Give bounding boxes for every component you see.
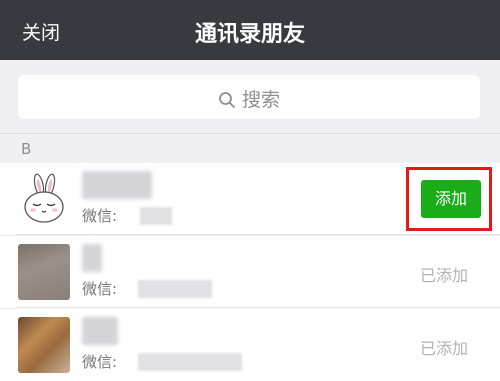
wechat-id-label: 微信:	[82, 207, 118, 225]
blurred-name	[82, 317, 118, 345]
avatar	[18, 171, 70, 227]
add-button[interactable]: 添加	[421, 180, 481, 218]
contact-row[interactable]: 微信: 已添加	[0, 236, 500, 308]
contact-row[interactable]: 微信: 已添加	[0, 309, 500, 381]
added-status: 已添加	[420, 266, 469, 285]
avatar	[18, 317, 70, 373]
section-letter: B	[21, 140, 32, 158]
blurred-wechat-id	[140, 207, 172, 225]
page-title: 通讯录朋友	[194, 22, 305, 47]
divider	[16, 307, 500, 308]
navbar: 关闭 通讯录朋友	[0, 0, 500, 60]
avatar	[18, 244, 70, 300]
blurred-wechat-id	[138, 353, 242, 371]
search-placeholder-text: 搜索	[241, 89, 280, 111]
search-placeholder: 搜索	[18, 85, 480, 112]
wechat-id-label: 微信:	[82, 353, 118, 371]
search-icon	[219, 92, 235, 108]
divider	[16, 234, 500, 235]
search-bar: 搜索	[0, 60, 500, 132]
wechat-id-label: 微信:	[82, 280, 118, 298]
section-header: B	[0, 133, 500, 163]
added-status: 已添加	[420, 339, 469, 358]
blurred-name	[82, 244, 102, 272]
search-input[interactable]: 搜索	[18, 75, 480, 119]
bunny-icon	[24, 173, 64, 223]
blurred-name	[82, 171, 152, 199]
blurred-wechat-id	[138, 280, 212, 298]
